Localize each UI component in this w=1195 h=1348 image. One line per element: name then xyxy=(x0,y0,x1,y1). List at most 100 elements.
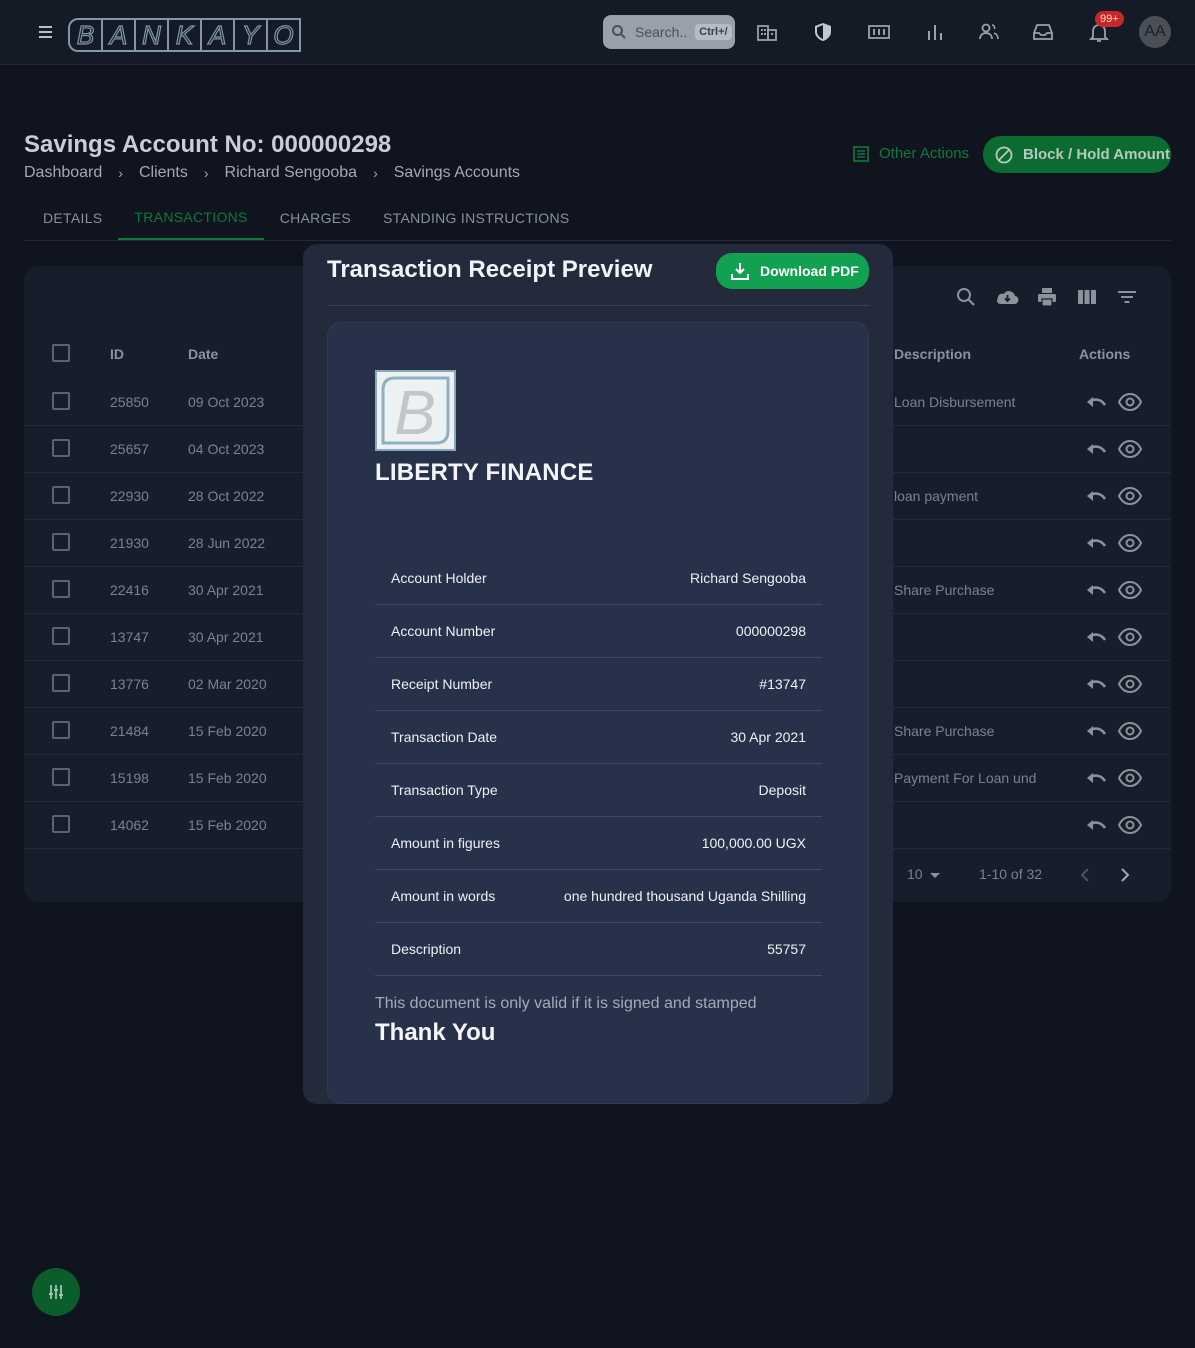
columns-icon[interactable] xyxy=(1076,286,1098,308)
block-hold-amount-label: Block / Hold Amount xyxy=(1023,146,1170,163)
undo-icon[interactable] xyxy=(1085,438,1107,460)
inbox-icon[interactable] xyxy=(1031,20,1055,44)
receipt-value: 30 Apr 2021 xyxy=(730,729,806,745)
undo-icon[interactable] xyxy=(1085,579,1107,601)
undo-icon[interactable] xyxy=(1085,767,1107,789)
undo-icon[interactable] xyxy=(1085,673,1107,695)
cell-date: 15 Feb 2020 xyxy=(188,817,267,833)
modal-title: Transaction Receipt Preview xyxy=(327,256,653,283)
building-icon[interactable] xyxy=(755,20,779,44)
cell-date: 02 Mar 2020 xyxy=(188,676,267,692)
view-icon[interactable] xyxy=(1117,673,1143,695)
search-box[interactable]: Search.. Ctrl+/ xyxy=(603,15,735,49)
tab-bar: DETAILS TRANSACTIONS CHARGES STANDING IN… xyxy=(24,196,1171,241)
search-shortcut: Ctrl+/ xyxy=(695,24,732,40)
undo-icon[interactable] xyxy=(1085,532,1107,554)
shield-icon[interactable] xyxy=(811,20,835,44)
view-icon[interactable] xyxy=(1117,579,1143,601)
logo-letter: K xyxy=(167,18,202,52)
receipt-row: Description 55757 xyxy=(375,923,822,976)
view-icon[interactable] xyxy=(1117,532,1143,554)
column-header-id[interactable]: ID xyxy=(110,346,124,362)
tab-charges[interactable]: CHARGES xyxy=(264,196,367,240)
settings-fab[interactable] xyxy=(32,1268,80,1316)
row-checkbox[interactable] xyxy=(52,580,70,598)
row-checkbox[interactable] xyxy=(52,674,70,692)
rows-per-page-select[interactable]: 10 xyxy=(907,866,923,882)
row-checkbox[interactable] xyxy=(52,627,70,645)
breadcrumb-client-name[interactable]: Richard Sengooba xyxy=(225,164,358,182)
logo[interactable]: BANKAYO xyxy=(68,18,301,52)
receipt-preview-modal: Transaction Receipt Preview Download PDF… xyxy=(303,244,893,1104)
logo-letter: Y xyxy=(233,18,268,52)
cell-description: loan payment xyxy=(894,488,979,504)
view-icon[interactable] xyxy=(1117,814,1143,836)
tab-details[interactable]: DETAILS xyxy=(24,196,118,240)
chart-icon[interactable] xyxy=(923,20,947,44)
filter-icon[interactable] xyxy=(1116,286,1138,308)
sliders-icon xyxy=(49,1285,63,1299)
column-header-actions: Actions xyxy=(1079,346,1131,362)
view-icon[interactable] xyxy=(1117,438,1143,460)
row-checkbox[interactable] xyxy=(52,486,70,504)
receipt-value: #13747 xyxy=(759,676,806,692)
cloud-download-icon[interactable] xyxy=(995,286,1020,308)
receipt-row: Receipt Number #13747 xyxy=(375,658,822,711)
row-checkbox[interactable] xyxy=(52,533,70,551)
download-icon xyxy=(731,263,749,280)
view-icon[interactable] xyxy=(1117,720,1143,742)
row-checkbox[interactable] xyxy=(52,815,70,833)
undo-icon[interactable] xyxy=(1085,391,1107,413)
tab-transactions[interactable]: TRANSACTIONS xyxy=(118,196,264,240)
download-pdf-button[interactable]: Download PDF xyxy=(716,253,869,289)
breadcrumb-savings-accounts[interactable]: Savings Accounts xyxy=(394,164,520,182)
print-icon[interactable] xyxy=(1036,286,1058,308)
avatar[interactable]: AA xyxy=(1139,16,1171,48)
tab-standing-instructions[interactable]: STANDING INSTRUCTIONS xyxy=(367,196,586,240)
page-range: 1-10 of 32 xyxy=(979,866,1043,882)
logo-letter: O xyxy=(266,18,301,52)
cell-date: 30 Apr 2021 xyxy=(188,582,264,598)
column-header-date[interactable]: Date xyxy=(188,346,218,362)
validity-note: This document is only valid if it is sig… xyxy=(375,995,757,1012)
select-all-checkbox[interactable] xyxy=(52,344,70,362)
chevron-left-icon[interactable] xyxy=(1078,867,1092,883)
breadcrumb-dashboard[interactable]: Dashboard xyxy=(24,164,102,182)
undo-icon[interactable] xyxy=(1085,626,1107,648)
breadcrumb-clients[interactable]: Clients xyxy=(139,164,188,182)
company-logo: B xyxy=(375,370,456,451)
menu-icon[interactable] xyxy=(36,22,56,42)
breadcrumb: Dashboard › Clients › Richard Sengooba ›… xyxy=(24,164,520,182)
view-icon[interactable] xyxy=(1117,485,1143,507)
receipt-label: Transaction Date xyxy=(391,729,498,745)
view-icon[interactable] xyxy=(1117,767,1143,789)
receipt-value: one hundred thousand Uganda Shilling xyxy=(563,888,806,904)
row-checkbox[interactable] xyxy=(52,721,70,739)
search-icon[interactable] xyxy=(955,286,977,308)
download-pdf-label: Download PDF xyxy=(760,263,859,279)
column-header-description[interactable]: Description xyxy=(894,346,971,362)
money-icon[interactable] xyxy=(867,20,891,44)
other-actions-button[interactable]: Other Actions xyxy=(853,145,969,162)
cell-description: Loan Disbursement xyxy=(894,394,1016,410)
list-icon xyxy=(853,145,869,162)
undo-icon[interactable] xyxy=(1085,485,1107,507)
block-hold-amount-button[interactable]: Block / Hold Amount xyxy=(983,136,1171,173)
view-icon[interactable] xyxy=(1117,391,1143,413)
cell-id: 14062 xyxy=(110,817,149,833)
row-checkbox[interactable] xyxy=(52,439,70,457)
logo-letter: B xyxy=(394,379,435,448)
undo-icon[interactable] xyxy=(1085,720,1107,742)
divider xyxy=(327,305,869,306)
view-icon[interactable] xyxy=(1117,626,1143,648)
receipt-label: Amount in figures xyxy=(391,835,500,851)
receipt-value: 100,000.00 UGX xyxy=(701,835,806,851)
chevron-right-icon[interactable] xyxy=(1118,867,1132,883)
chevron-right-icon: › xyxy=(373,165,378,181)
users-icon[interactable] xyxy=(977,20,1001,44)
caret-down-icon[interactable] xyxy=(929,872,941,880)
undo-icon[interactable] xyxy=(1085,814,1107,836)
page-title: Savings Account No: 000000298 xyxy=(24,131,392,158)
row-checkbox[interactable] xyxy=(52,768,70,786)
row-checkbox[interactable] xyxy=(52,392,70,410)
